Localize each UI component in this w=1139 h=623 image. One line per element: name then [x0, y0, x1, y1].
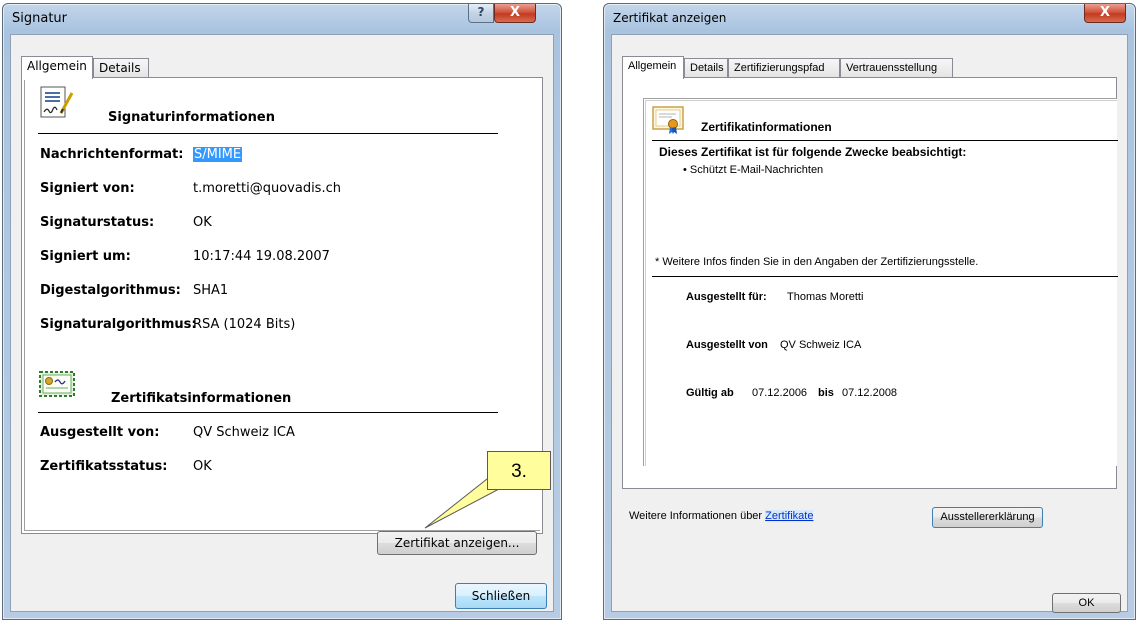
tab-details[interactable]: Details: [684, 58, 728, 77]
tab-certification-path[interactable]: Zertifizierungspfad: [728, 58, 840, 77]
purpose-item: • Schützt E-Mail-Nachrichten: [683, 164, 824, 176]
certificate-ribbon-icon: [652, 106, 684, 134]
tab-allgemein[interactable]: Allgemein: [21, 56, 93, 79]
tab-trust[interactable]: Vertrauensstellung: [840, 58, 953, 77]
certificate-info-divider: [652, 140, 1118, 141]
certificate-dialog-title: Zertifikat anzeigen: [613, 11, 727, 25]
footnote-text: * Weitere Infos finden Sie in den Angabe…: [655, 256, 979, 268]
certificate-dialog-titlebar[interactable]: Zertifikat anzeigen X: [604, 4, 1135, 34]
purpose-heading: Dieses Zertifikat ist für folgende Zweck…: [659, 145, 967, 159]
ok-button[interactable]: OK: [1052, 593, 1121, 613]
issued-to-label: Ausgestellt für:: [686, 291, 767, 303]
valid-to-value: 07.12.2008: [842, 387, 898, 399]
certificate-details-divider: [652, 276, 1118, 277]
tab-allgemein[interactable]: Allgemein: [622, 56, 684, 79]
issued-to-value: Thomas Moretti: [787, 291, 864, 303]
certificate-tab-panel: Zertifikatinformationen Dieses Zertifika…: [622, 77, 1118, 528]
certificate-info-box: Zertifikatinformationen Dieses Zertifika…: [643, 98, 1118, 466]
certificates-link[interactable]: Zertifikate: [765, 510, 814, 522]
more-info-text: Weitere Informationen über Zertifikate: [629, 510, 814, 522]
issued-by-label: Ausgestellt von: [686, 339, 768, 351]
certificate-dialog: Zertifikat anzeigen X Allgemein Details …: [603, 3, 1136, 620]
issuer-statement-button[interactable]: Ausstellererklärung: [932, 507, 1043, 528]
valid-to-label: bis: [818, 387, 834, 399]
certificate-dialog-body: Allgemein Details Zertifizierungspfad Ve…: [611, 34, 1128, 613]
valid-from-label: Gültig ab: [686, 387, 734, 399]
certificate-close-button[interactable]: X: [1084, 4, 1126, 23]
certificate-info-title: Zertifikatinformationen: [701, 120, 832, 134]
issued-by-value: QV Schweiz ICA: [780, 339, 862, 351]
step-callout: 3.: [487, 451, 551, 490]
valid-from-value: 07.12.2006: [752, 387, 808, 399]
